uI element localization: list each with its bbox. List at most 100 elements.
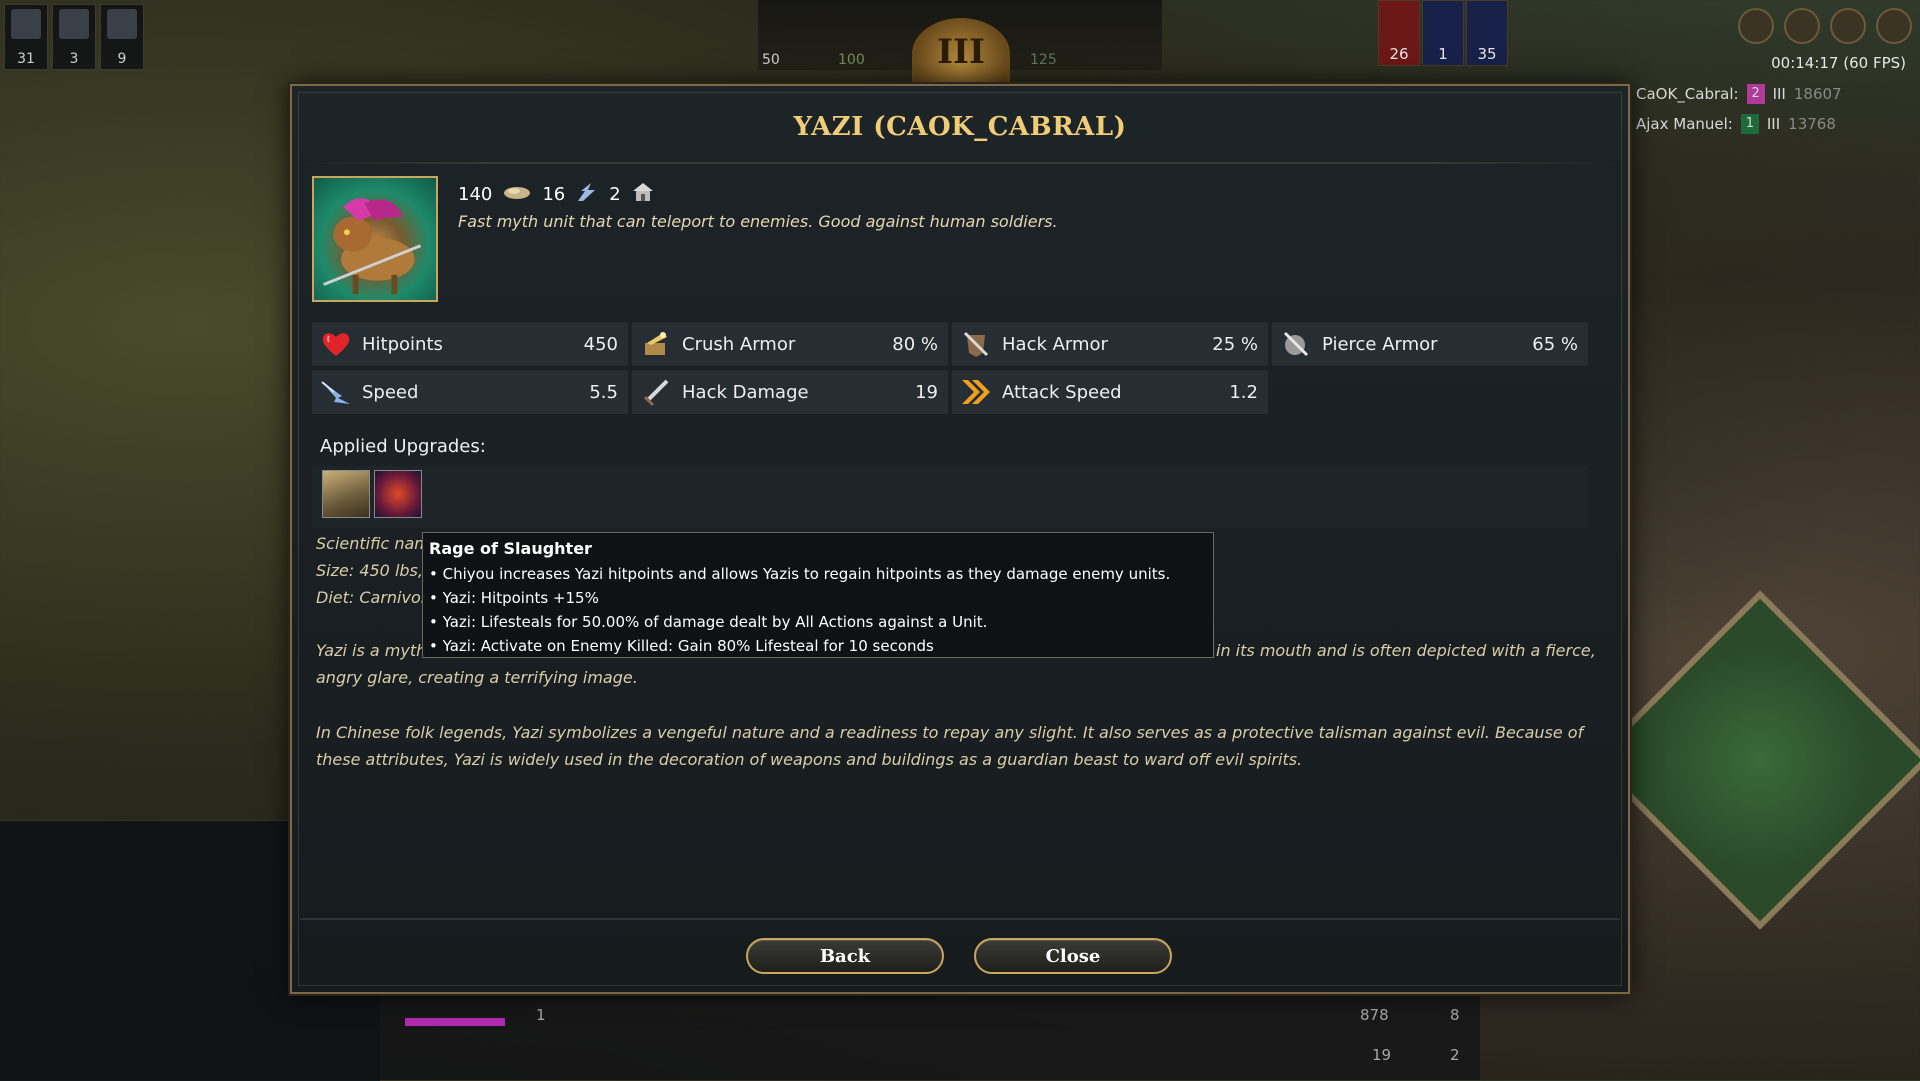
lore-line-2: angry glare, creating a terrifying image… (316, 668, 638, 687)
stat-value: 80 % (892, 333, 938, 355)
hud-slot-villagers[interactable]: 31 (4, 4, 48, 70)
rage-of-slaughter-upgrade-icon[interactable] (374, 470, 422, 518)
player-age: III (1772, 85, 1786, 103)
hud-stat-count: 1 (1438, 45, 1448, 63)
unit-costs: 140 16 2 (458, 181, 655, 208)
player-name: Ajax Manuel: (1636, 115, 1733, 133)
stat-value: 5.5 (589, 381, 618, 403)
tooltip-line: • Yazi: Lifesteals for 50.00% of damage … (429, 613, 988, 631)
stat-pierce-armor: Pierce Armor 65 % (1272, 322, 1588, 366)
player-team: 1 (1740, 114, 1759, 134)
upgrade-tooltip: Rage of Slaughter • Chiyou increases Yaz… (422, 532, 1214, 658)
attack-speed-icon (958, 374, 994, 410)
favor-icon (575, 181, 599, 208)
age-numeral: III (937, 32, 985, 72)
stat-label: Speed (362, 381, 419, 403)
tooltip-line: • Chiyou increases Yazi hitpoints and al… (429, 565, 1171, 583)
tribute-icon[interactable] (1830, 8, 1866, 44)
stat-speed: Speed 5.5 (312, 370, 628, 414)
minimap[interactable] (1590, 590, 1920, 930)
stat-crush-armor: Crush Armor 80 % (632, 322, 948, 366)
stat-label: Crush Armor (682, 333, 796, 355)
scientific-name: Scientific nam (316, 534, 430, 553)
dialog-title: YAZI (CAOK_CABRAL) (793, 112, 1127, 142)
swords-icon (59, 9, 89, 39)
footer-divider (300, 918, 1620, 920)
heart-icon (318, 326, 354, 362)
hero-icon (107, 9, 137, 39)
unit-size: Size: 450 lbs, (316, 561, 423, 580)
lore-line-start: Yazi is a myth (316, 641, 427, 660)
player-score: 18607 (1793, 85, 1842, 103)
hud-army-stats: 26 1 35 (1378, 0, 1508, 66)
tooltip-line: • Yazi: Hitpoints +15% (429, 589, 599, 607)
stat-label: Pierce Armor (1322, 333, 1438, 355)
hud-slot-military[interactable]: 3 (52, 4, 96, 70)
unit-health-bar (405, 1018, 505, 1026)
bottom-count: 1 (536, 1006, 546, 1024)
stat-value: 1.2 (1229, 381, 1258, 403)
player-row: Ajax Manuel: 1 III 13768 (1636, 114, 1836, 134)
stat-value: 450 (583, 333, 618, 355)
hud-stat-rank[interactable]: 1 (1422, 0, 1464, 66)
lore-paragraph: In Chinese folk legends, Yazi symbolizes… (316, 723, 1584, 769)
hud-stat-count: 35 (1477, 45, 1497, 63)
hud-menu-buttons (1738, 8, 1912, 44)
bottom-count: 19 (1372, 1046, 1392, 1064)
hud-count: 3 (69, 51, 79, 67)
objectives-icon[interactable] (1738, 8, 1774, 44)
unit-diet: Diet: Carnivor (316, 588, 428, 607)
hud-count: 31 (17, 51, 35, 67)
stat-value: 25 % (1212, 333, 1258, 355)
yazi-portrait-icon (323, 198, 422, 295)
stat-hack-damage: Hack Damage 19 (632, 370, 948, 414)
unit-portrait (312, 176, 438, 302)
food-cost: 140 (458, 184, 493, 205)
tooltip-line: • Yazi: Activate on Enemy Killed: Gain 8… (429, 637, 934, 655)
lore-line-end: in its mouth and is often depicted with … (1216, 641, 1596, 660)
stat-label: Attack Speed (1002, 381, 1122, 403)
menu-icon[interactable] (1876, 8, 1912, 44)
stat-value: 19 (915, 381, 938, 403)
diplomacy-icon[interactable] (1784, 8, 1820, 44)
age-medallion[interactable]: III (912, 18, 1010, 90)
bottom-count: 8 (1450, 1006, 1460, 1024)
upgrades-bar (312, 466, 1588, 528)
applied-upgrades-label: Applied Upgrades: (320, 436, 486, 457)
stat-hitpoints: Hitpoints 450 (312, 322, 628, 366)
hud-stat-count: 26 (1389, 45, 1409, 63)
hud-resource-count: 50 (762, 52, 780, 68)
stat-value: 65 % (1532, 333, 1578, 355)
hud-count: 9 (117, 51, 127, 67)
speed-icon (318, 374, 354, 410)
population-cost: 2 (609, 184, 621, 205)
upgrade-icon-1[interactable] (322, 470, 370, 518)
crush-armor-icon (638, 326, 674, 362)
food-icon (502, 182, 532, 207)
player-score: 13768 (1788, 115, 1836, 133)
villager-icon (11, 9, 41, 39)
back-button[interactable]: Back (746, 938, 944, 974)
stat-label: Hitpoints (362, 333, 443, 355)
player-row: CaOK_Cabral: 2 III 18607 (1636, 84, 1842, 104)
hud-stat-kills[interactable]: 35 (1466, 0, 1508, 66)
player-age: III (1766, 115, 1781, 133)
hack-armor-icon (958, 326, 994, 362)
game-timer: 00:14:17 (60 FPS) (1771, 54, 1906, 72)
player-team: 2 (1746, 84, 1765, 104)
hud-slot-heroes[interactable]: 9 (100, 4, 144, 70)
house-icon (631, 181, 655, 208)
stat-label: Hack Armor (1002, 333, 1108, 355)
hud-stat-units[interactable]: 26 (1378, 0, 1420, 66)
bottom-count: 878 (1360, 1006, 1389, 1024)
hack-damage-icon (638, 374, 674, 410)
unit-description: Fast myth unit that can teleport to enem… (458, 212, 1058, 231)
close-button[interactable]: Close (974, 938, 1172, 974)
tooltip-title: Rage of Slaughter (429, 539, 592, 558)
hud-resource-count: 100 (838, 52, 865, 68)
stat-hack-armor: Hack Armor 25 % (952, 322, 1268, 366)
hud-resource-count: 125 (1030, 52, 1057, 68)
player-name: CaOK_Cabral: (1636, 85, 1739, 103)
title-divider (300, 162, 1620, 164)
stat-attack-speed: Attack Speed 1.2 (952, 370, 1268, 414)
